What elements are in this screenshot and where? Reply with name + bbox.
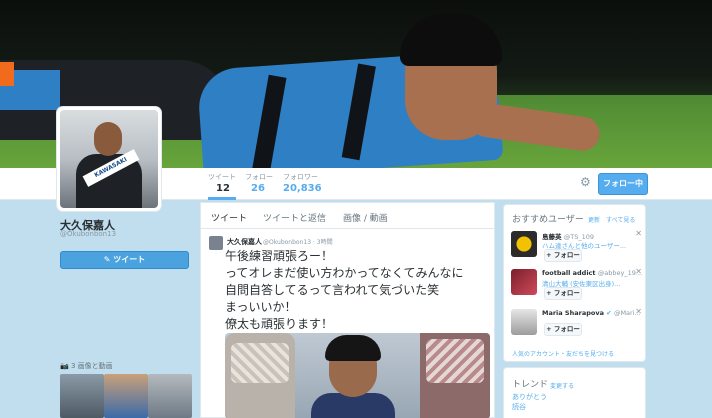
tweet-text: 午後練習頑張ろー！ ってオレまだ使い方わかってなくてみんなに 自問自答してるって…	[225, 248, 490, 333]
timeline: ツイート ツイートと返信 画像 / 動画 大久保嘉人 @Okubonbon13 …	[200, 202, 495, 418]
tweet-meta: @Okubonbon13 · 3時間	[263, 239, 333, 246]
suggestion-avatar[interactable]	[511, 269, 537, 295]
tweet-button-label: ツイート	[113, 255, 146, 264]
tweet-author-handle[interactable]: @Okubonbon13	[263, 239, 311, 246]
trends-module: トレンド 変更する ありがとう 読谷	[503, 367, 646, 418]
who-to-follow-title: おすすめユーザー	[512, 215, 584, 225]
follow-button[interactable]: + フォロー	[544, 249, 582, 262]
dismiss-icon[interactable]: ✕	[635, 267, 642, 276]
dismiss-icon[interactable]: ✕	[635, 229, 642, 238]
photos-videos-label: 3 画像と動画	[70, 362, 113, 370]
verified-icon: ✔	[606, 309, 612, 317]
follow-button[interactable]: + フォロー	[544, 287, 582, 300]
suggestion-name[interactable]: football addict @abbey_19...	[542, 269, 642, 277]
media-thumbnail[interactable]	[60, 374, 104, 418]
add-user-icon: +	[546, 325, 552, 333]
suggestion-avatar[interactable]	[511, 309, 537, 335]
suggestion-item[interactable]: Maria Sharapova ✔ @Mari... + フォロー ✕	[510, 307, 642, 347]
view-all-link[interactable]: すべて見る	[606, 215, 635, 224]
compose-icon: ✎	[103, 255, 111, 264]
tab-tweets[interactable]: ツイート	[211, 211, 247, 224]
profile-avatar[interactable]: KAWASAKI	[57, 107, 161, 211]
stat-following-value: 26	[251, 183, 265, 194]
stat-following-label: フォロー	[245, 173, 273, 181]
tweet-text-line: 自問自答してるって言われて気づいた笑	[225, 283, 440, 297]
following-button[interactable]: フォロー中	[598, 173, 648, 195]
tweet-author-name[interactable]: 大久保嘉人	[227, 237, 262, 247]
stat-following[interactable]: フォロー 26	[245, 172, 273, 194]
photos-videos-link[interactable]: 📷 3 画像と動画	[60, 361, 113, 371]
suggestion-item[interactable]: football addict @abbey_19... 清山大輔 (安佐東区出…	[510, 267, 642, 307]
tweet-item[interactable]: 大久保嘉人 @Okubonbon13 · 3時間 午後練習頑張ろー！ ってオレま…	[201, 230, 494, 418]
banner-player-hair	[400, 14, 502, 66]
find-friends-link[interactable]: 人気のアカウント・友だちを見つける	[512, 349, 614, 358]
timeline-tabs: ツイート ツイートと返信 画像 / 動画	[201, 203, 494, 229]
tweet-avatar[interactable]	[209, 236, 223, 250]
profile-handle[interactable]: @Okubonbon13	[60, 230, 116, 238]
tweet-to-button[interactable]: ✎ ツイート	[60, 251, 189, 269]
tweet-text-line: 午後練習頑張ろー！	[225, 249, 334, 263]
stat-tweets-label: ツイート	[208, 173, 236, 181]
stat-followers-label: フォロワー	[283, 173, 318, 181]
tweet-timestamp[interactable]: 3時間	[317, 239, 333, 246]
tab-photos-videos[interactable]: 画像 / 動画	[343, 211, 388, 224]
follow-button[interactable]: + フォロー	[544, 323, 582, 336]
tweet-text-line: 僚太も頑張ります！	[225, 317, 334, 331]
suggestion-avatar[interactable]	[511, 231, 537, 257]
stat-tweets[interactable]: ツイート 12	[208, 172, 236, 200]
tab-tweets-and-replies[interactable]: ツイートと返信	[263, 211, 326, 224]
media-thumbnail[interactable]	[104, 374, 148, 418]
change-trends-link[interactable]: 変更する	[550, 381, 574, 390]
suggestion-name[interactable]: Maria Sharapova ✔ @Mari...	[542, 309, 641, 317]
suggestion-item[interactable]: 島藤英 @TS_109 ハム達さんと他のユーザー... + フォロー ✕	[510, 229, 642, 269]
add-user-icon: +	[546, 251, 552, 259]
trend-item[interactable]: 読谷	[512, 402, 526, 412]
gear-icon[interactable]: ⚙	[580, 176, 592, 188]
banner-player-shoe	[0, 62, 14, 86]
who-to-follow-module: おすすめユーザー 更新 すべて見る 島藤英 @TS_109 ハム達さんと他のユー…	[503, 204, 646, 362]
trends-title: トレンド	[512, 380, 549, 390]
stat-tweets-value: 12	[216, 183, 230, 194]
camera-icon: 📷	[60, 362, 69, 370]
add-user-icon: +	[546, 289, 552, 297]
trend-item[interactable]: ありがとう	[512, 392, 547, 402]
stat-followers-value: 20,836	[283, 183, 322, 194]
dismiss-icon[interactable]: ✕	[635, 307, 642, 316]
refresh-link[interactable]: 更新	[588, 215, 600, 224]
tweet-text-line: ってオレまだ使い方わかってなくてみんなに	[225, 266, 464, 280]
stat-followers[interactable]: フォロワー 20,836	[283, 172, 322, 194]
media-thumbnail[interactable]	[148, 374, 192, 418]
avatar-photo: KAWASAKI	[60, 110, 158, 208]
tweet-text-line: まっいいか！	[225, 300, 297, 314]
tweet-photo[interactable]	[225, 333, 490, 418]
